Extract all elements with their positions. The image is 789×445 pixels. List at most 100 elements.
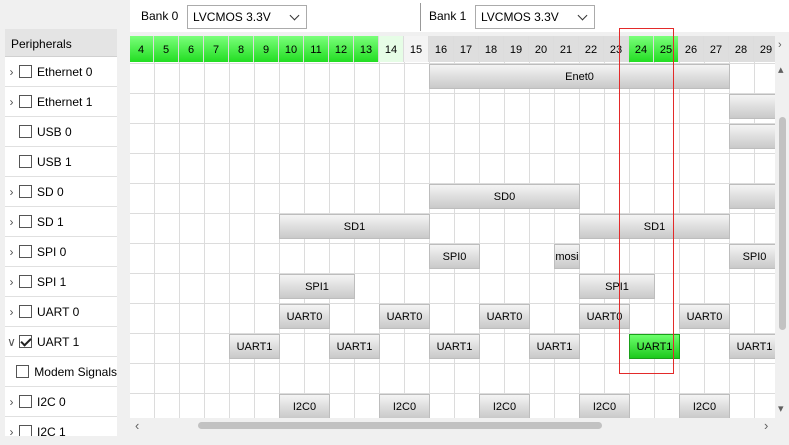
vertical-scroll-thumb[interactable] [779, 117, 786, 330]
pin-block-i2c0[interactable]: I2C0 [279, 394, 330, 418]
peripheral-row-i2c-0[interactable]: › I2C 0 [5, 387, 117, 417]
chevron-down-icon[interactable]: ∨ [5, 335, 18, 349]
chevron-right-icon[interactable]: › [5, 395, 18, 409]
pin-block-uart1[interactable]: UART1 [329, 334, 380, 359]
pin-header-8: 8 [229, 36, 254, 62]
pin-header-6: 6 [179, 36, 204, 62]
pin-block-i2c0[interactable]: I2C0 [479, 394, 530, 418]
chevron-right-icon[interactable]: › [5, 305, 18, 319]
checkbox[interactable] [19, 305, 32, 318]
scroll-down-icon[interactable]: ▾ [778, 402, 784, 415]
bank-toolbar: Bank 0 LVCMOS 3.3V Bank 1 LVCMOS 3.3V [130, 0, 789, 32]
pin-header-20: 20 [529, 36, 554, 62]
pin-block-i2c0[interactable]: I2C0 [679, 394, 730, 418]
scroll-right-top-icon[interactable]: › [778, 39, 782, 51]
pin-block-sd1[interactable]: SD1 [279, 214, 430, 239]
horizontal-scroll-thumb[interactable] [198, 422, 602, 429]
chevron-down-icon [289, 10, 300, 21]
pin-block-unlabeled[interactable] [729, 184, 775, 209]
pin-header-29: 29 [754, 36, 775, 62]
peripheral-label: SPI 1 [37, 274, 67, 289]
bank-0-label: Bank 0 [141, 9, 179, 23]
pin-block-uart1[interactable]: UART1 [729, 334, 775, 359]
chevron-right-icon[interactable]: › [5, 185, 18, 199]
pin-block-i2c0[interactable]: I2C0 [579, 394, 630, 418]
selected-pins-highlight [619, 28, 674, 374]
pin-header-11: 11 [304, 36, 329, 62]
bank-1-label: Bank 1 [429, 9, 467, 23]
pin-block-uart1[interactable]: UART1 [229, 334, 280, 359]
chevron-right-icon[interactable]: › [5, 275, 18, 289]
pin-block-unlabeled[interactable] [729, 94, 775, 119]
pin-block-mosi[interactable]: mosi [554, 244, 580, 269]
peripheral-row-sd-1[interactable]: › SD 1 [5, 207, 117, 237]
pin-header-5: 5 [154, 36, 179, 62]
pin-block-spi1[interactable]: SPI1 [279, 274, 355, 299]
peripheral-row-spi-1[interactable]: › SPI 1 [5, 267, 117, 297]
pin-block-spi0[interactable]: SPI0 [429, 244, 480, 269]
bottom-edge [0, 436, 789, 445]
checkbox[interactable] [19, 245, 32, 258]
pin-block-uart0[interactable]: UART0 [679, 304, 730, 329]
pin-block-i2c0[interactable]: I2C0 [379, 394, 430, 418]
checkbox[interactable] [16, 365, 30, 378]
pin-block-unlabeled[interactable] [729, 124, 775, 149]
peripheral-row-usb-0[interactable]: USB 0 [5, 117, 117, 147]
pin-header-15: 15 [404, 36, 429, 62]
pin-block-uart1[interactable]: UART1 [429, 334, 480, 359]
peripheral-row-uart-1[interactable]: ∨ UART 1 [5, 327, 117, 357]
checkbox[interactable] [19, 95, 32, 108]
checkbox[interactable] [19, 335, 32, 348]
pin-block-enet0[interactable]: Enet0 [429, 64, 730, 89]
peripheral-label: Modem Signals [34, 364, 117, 379]
peripheral-row-modem-signals[interactable]: Modem Signals [5, 357, 117, 387]
peripherals-header: Peripherals [5, 29, 117, 57]
peripheral-row-ethernet-1[interactable]: › Ethernet 1 [5, 87, 117, 117]
pin-assignment-grid: 4 5 6 7 8 9 10 11 12 13 14 15 16 17 18 19 20 21 22 23 24 25 26… [130, 36, 775, 418]
chevron-right-icon[interactable]: › [5, 215, 18, 229]
scroll-left-icon[interactable]: ‹ [135, 418, 139, 433]
peripheral-label: USB 0 [37, 124, 72, 139]
checkbox[interactable] [19, 395, 32, 408]
checkbox[interactable] [19, 65, 32, 78]
pin-block-uart0[interactable]: UART0 [479, 304, 530, 329]
chevron-down-icon [577, 10, 588, 21]
chevron-right-icon[interactable]: › [5, 95, 18, 109]
peripheral-label: SD 0 [37, 184, 64, 199]
peripheral-label: I2C 0 [37, 394, 66, 409]
peripheral-label: UART 1 [37, 334, 80, 349]
vertical-scrollbar[interactable]: ▴ ▾ [775, 62, 789, 418]
scroll-up-icon[interactable]: ▴ [778, 63, 784, 76]
checkbox[interactable] [19, 185, 32, 198]
scroll-right-icon[interactable]: › [764, 418, 768, 433]
peripheral-row-ethernet-0[interactable]: › Ethernet 0 [5, 57, 117, 87]
checkbox[interactable] [19, 155, 32, 168]
pin-block-spi0[interactable]: SPI0 [729, 244, 775, 269]
bank-1-voltage-value: LVCMOS 3.3V [481, 10, 559, 24]
pin-block-uart0[interactable]: UART0 [279, 304, 330, 329]
horizontal-scrollbar[interactable]: ‹ › [130, 418, 775, 434]
pin-header-21: 21 [554, 36, 579, 62]
pin-header-10: 10 [279, 36, 304, 62]
chevron-right-icon[interactable]: › [5, 245, 18, 259]
bank-0-voltage-select[interactable]: LVCMOS 3.3V [187, 5, 307, 29]
pin-header-22: 22 [579, 36, 604, 62]
bank-1-voltage-select[interactable]: LVCMOS 3.3V [475, 5, 595, 29]
peripheral-row-uart-0[interactable]: › UART 0 [5, 297, 117, 327]
pin-block-sd0[interactable]: SD0 [429, 184, 580, 209]
checkbox[interactable] [19, 275, 32, 288]
pin-header-26: 26 [679, 36, 704, 62]
peripheral-row-spi-0[interactable]: › SPI 0 [5, 237, 117, 267]
chevron-right-icon[interactable]: › [5, 65, 18, 79]
peripheral-label: SPI 0 [37, 244, 67, 259]
peripheral-row-sd-0[interactable]: › SD 0 [5, 177, 117, 207]
pin-header-16: 16 [429, 36, 454, 62]
peripheral-row-usb-1[interactable]: USB 1 [5, 147, 117, 177]
pin-block-uart0[interactable]: UART0 [379, 304, 430, 329]
pin-header-12: 12 [329, 36, 354, 62]
pin-block-uart1[interactable]: UART1 [529, 334, 580, 359]
peripheral-label: UART 0 [37, 304, 80, 319]
checkbox[interactable] [19, 125, 32, 138]
checkbox[interactable] [19, 215, 32, 228]
pin-header-27: 27 [704, 36, 729, 62]
